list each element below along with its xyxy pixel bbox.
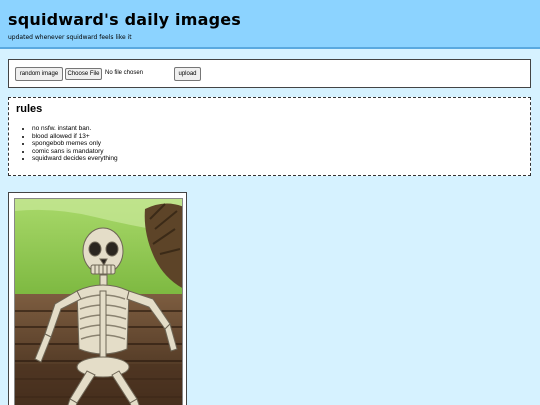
rules-list: no nsfw. instant ban. blood allowed if 1… bbox=[32, 125, 118, 163]
site-header: squidward's daily images updated wheneve… bbox=[0, 0, 540, 49]
rule-item: spongebob memes only bbox=[32, 140, 118, 148]
rules-title: rules bbox=[16, 103, 43, 115]
file-status: No file chosen bbox=[105, 70, 144, 76]
upload-button[interactable]: upload bbox=[174, 67, 201, 81]
site-subtitle: updated whenever squidward feels like it bbox=[8, 34, 132, 41]
random-image-button[interactable]: random image bbox=[15, 67, 63, 81]
upload-panel: random image Choose File No file chosen … bbox=[8, 59, 531, 88]
skeleton-illustration bbox=[15, 199, 182, 405]
rules-panel: rules no nsfw. instant ban. blood allowe… bbox=[8, 97, 531, 176]
rule-item: no nsfw. instant ban. bbox=[32, 125, 118, 133]
site-title: squidward's daily images bbox=[8, 10, 242, 29]
skeleton-bench-image bbox=[14, 198, 183, 405]
choose-file-button[interactable]: Choose File bbox=[65, 68, 102, 80]
rule-item: squidward decides everything bbox=[32, 155, 118, 163]
rule-item: blood allowed if 13+ bbox=[32, 133, 118, 141]
image-frame bbox=[8, 192, 187, 405]
rule-item: comic sans is mandatory bbox=[32, 148, 118, 156]
